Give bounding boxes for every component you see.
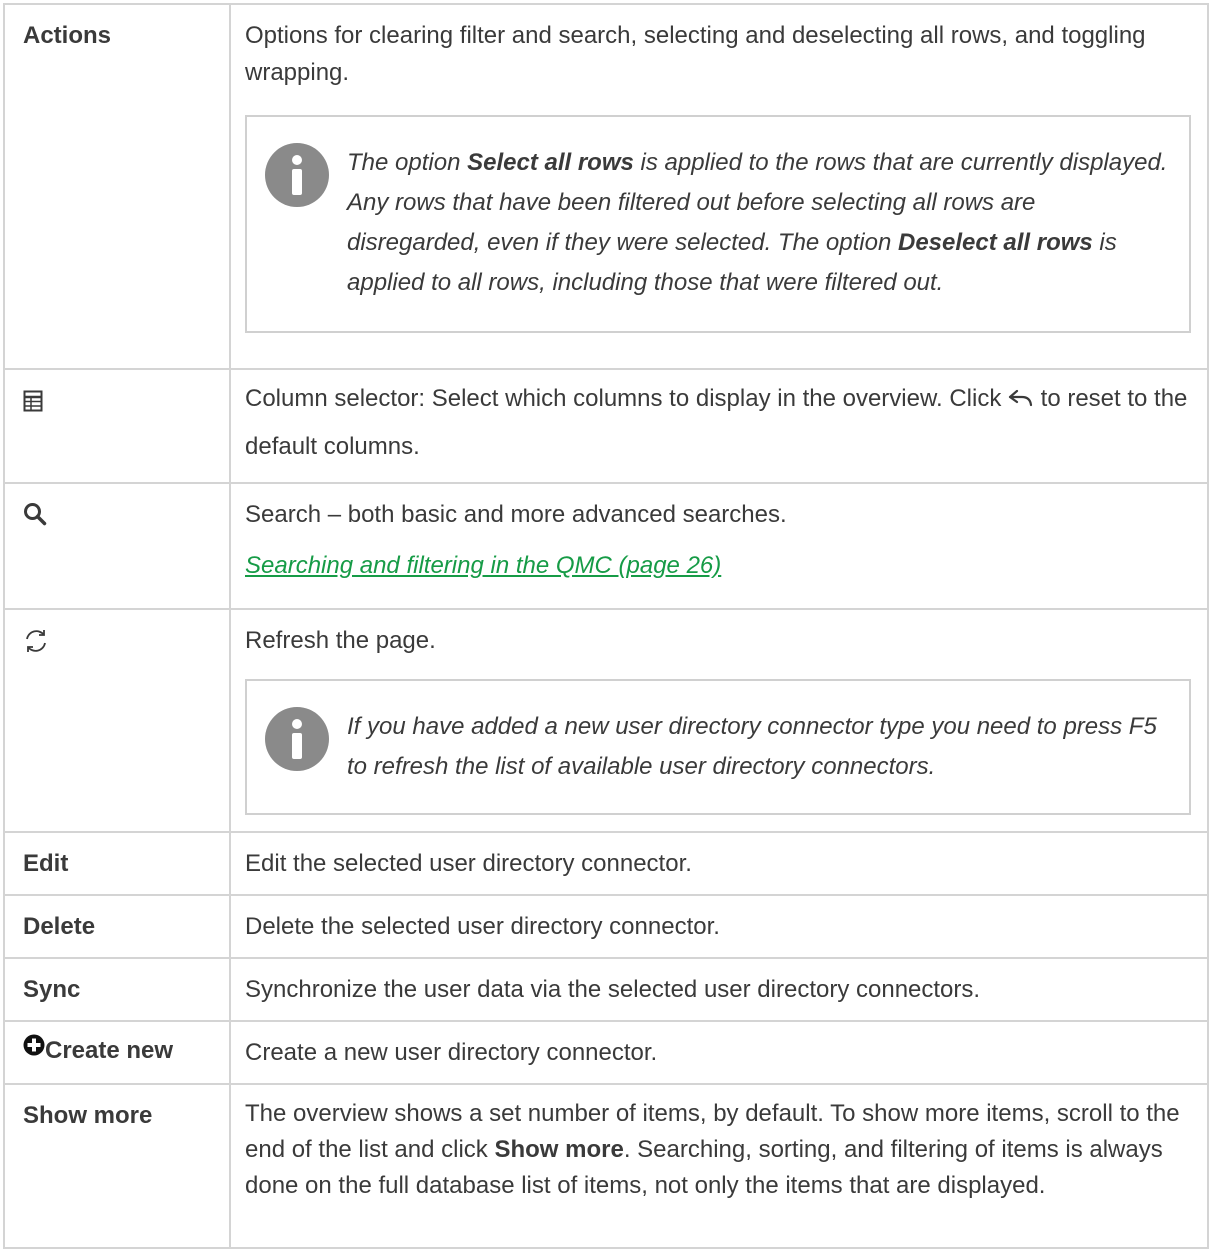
- table-icon: [23, 390, 229, 412]
- show-more-term: Show more: [494, 1136, 624, 1163]
- delete-description: Delete the selected user directory conne…: [245, 913, 720, 940]
- create-new-description: Create a new user directory connector.: [245, 1039, 658, 1066]
- info-note-refresh: If you have added a new user directory c…: [245, 679, 1191, 815]
- search-description: Search – both basic and more advanced se…: [245, 501, 787, 528]
- select-all-rows-term: Select all rows: [467, 149, 634, 176]
- table-row-actions: Actions Options for clearing filter and …: [3, 3, 1209, 370]
- edit-label: Edit: [23, 850, 69, 877]
- show-more-label: Show more: [23, 1102, 153, 1129]
- refresh-description: Refresh the page.: [245, 627, 436, 654]
- table-row-refresh: Refresh the page. If you have added a ne…: [3, 608, 1209, 833]
- column-selector-description: Column selector: Select which columns to…: [245, 385, 1008, 412]
- table-row-delete: Delete Delete the selected user director…: [3, 894, 1209, 959]
- table-row-create-new: Create new Create a new user directory c…: [3, 1020, 1209, 1085]
- table-row-edit: Edit Edit the selected user directory co…: [3, 831, 1209, 896]
- create-new-label: Create new: [45, 1037, 174, 1064]
- actions-label: Actions: [23, 22, 112, 49]
- table-row-search: Search – both basic and more advanced se…: [3, 482, 1209, 610]
- refresh-note-text: If you have added a new user directory c…: [347, 713, 1157, 780]
- table-row-sync: Sync Synchronize the user data via the s…: [3, 957, 1209, 1022]
- search-icon: [23, 502, 229, 526]
- refresh-icon: [23, 628, 229, 654]
- deselect-all-rows-term: Deselect all rows: [898, 229, 1093, 256]
- sync-label: Sync: [23, 976, 81, 1003]
- delete-label: Delete: [23, 913, 96, 940]
- plus-circle-icon: [23, 1030, 45, 1067]
- sync-description: Synchronize the user data via the select…: [245, 976, 981, 1003]
- actions-description: Options for clearing filter and search, …: [245, 22, 1146, 86]
- searching-filtering-link[interactable]: Searching and filtering in the QMC (page…: [245, 552, 721, 579]
- undo-arrow-icon: [1008, 378, 1034, 424]
- info-note-select-rows: The option Select all rows is applied to…: [245, 115, 1191, 333]
- ui-reference-table: Actions Options for clearing filter and …: [3, 3, 1209, 1249]
- info-icon: [265, 143, 329, 207]
- edit-description: Edit the selected user directory connect…: [245, 850, 692, 877]
- info-icon: [265, 707, 329, 771]
- table-row-column-selector: Column selector: Select which columns to…: [3, 368, 1209, 484]
- table-row-show-more: Show more The overview shows a set numbe…: [3, 1083, 1209, 1249]
